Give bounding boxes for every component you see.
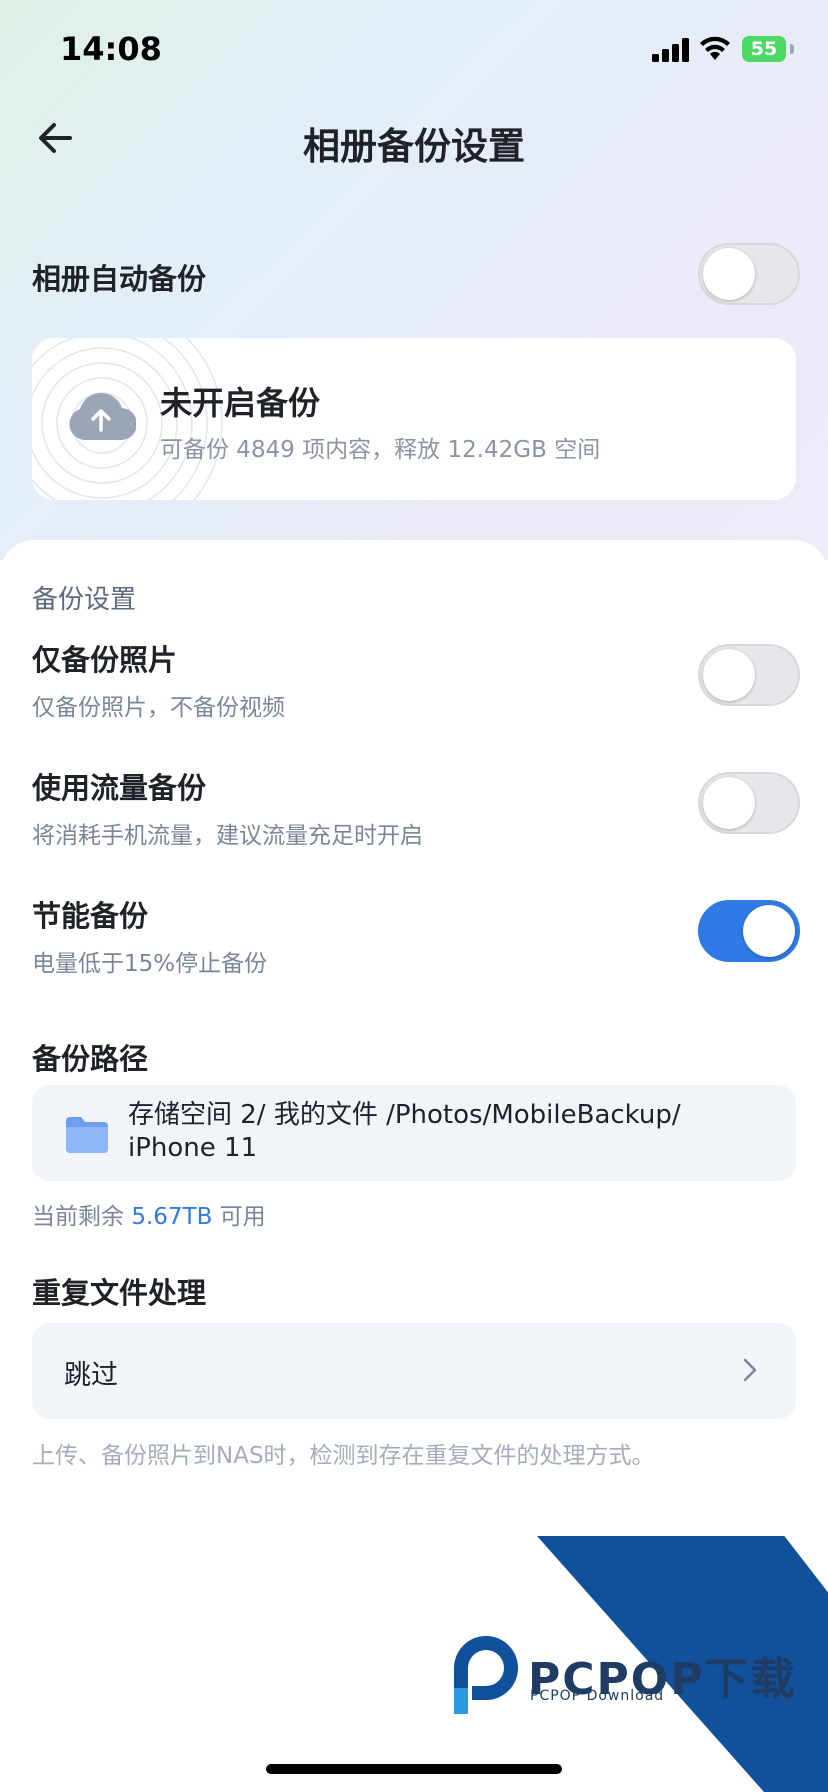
remaining-value: 5.67TB [131,1204,213,1230]
photos-only-title: 仅备份照片 [32,643,178,677]
power-saving-toggle[interactable] [698,900,800,962]
backup-status-title: 未开启备份 [160,384,321,422]
pcpop-logo-icon [454,1636,518,1714]
status-time: 14:08 [60,30,162,68]
backup-path-line1: 存储空间 2/ 我的文件 /Photos/MobileBackup/ [128,1100,681,1130]
toggle-knob [703,649,755,701]
duplicate-handling-selector[interactable]: 跳过 [32,1323,796,1419]
power-saving-subtitle: 电量低于15%停止备份 [32,951,268,977]
remaining-space: 当前剩余 5.67TB 可用 [32,1197,266,1231]
battery-icon: 55 [742,36,786,62]
battery-cap [790,44,794,54]
chevron-right-icon [743,1358,757,1382]
backup-status-subtitle: 可备份 4849 项内容，释放 12.42GB 空间 [160,437,601,463]
photos-only-toggle[interactable] [698,644,800,706]
cellular-backup-title: 使用流量备份 [32,771,207,805]
cellular-signal-icon [652,38,689,62]
battery-level: 55 [750,38,778,60]
backup-status-card: 未开启备份 可备份 4849 项内容，释放 12.42GB 空间 [32,338,796,500]
toggle-knob [743,905,795,957]
remaining-prefix: 当前剩余 [32,1204,124,1230]
watermark-sub: PCPOP Download [530,1688,665,1704]
cellular-backup-subtitle: 将消耗手机流量，建议流量充足时开启 [32,823,423,849]
backup-path-line2: iPhone 11 [128,1133,258,1163]
cloud-upload-icon [69,393,136,441]
backup-path-selector[interactable]: 存储空间 2/ 我的文件 /Photos/MobileBackup/ iPhon… [32,1085,796,1181]
status-bar: 14:08 55 [0,0,828,100]
home-indicator [266,1764,562,1774]
power-saving-title: 节能备份 [32,899,149,933]
folder-icon [66,1117,108,1153]
wifi-icon [700,36,730,60]
duplicate-handling-label: 重复文件处理 [32,1276,207,1310]
section-title-backup-settings: 备份设置 [32,585,137,615]
backup-path-text: 存储空间 2/ 我的文件 /Photos/MobileBackup/ iPhon… [128,1099,748,1165]
backup-path-label: 备份路径 [32,1042,149,1076]
cellular-backup-toggle[interactable] [698,772,800,834]
auto-backup-toggle[interactable] [698,243,800,305]
auto-backup-label: 相册自动备份 [32,262,207,296]
toggle-knob [703,248,755,300]
remaining-suffix: 可用 [219,1204,266,1230]
duplicate-handling-note: 上传、备份照片到NAS时，检测到存在重复文件的处理方式。 [32,1443,655,1469]
page-title: 相册备份设置 [303,125,525,168]
photos-only-subtitle: 仅备份照片，不备份视频 [32,695,285,721]
toggle-knob [703,777,755,829]
duplicate-handling-value: 跳过 [64,1360,118,1391]
